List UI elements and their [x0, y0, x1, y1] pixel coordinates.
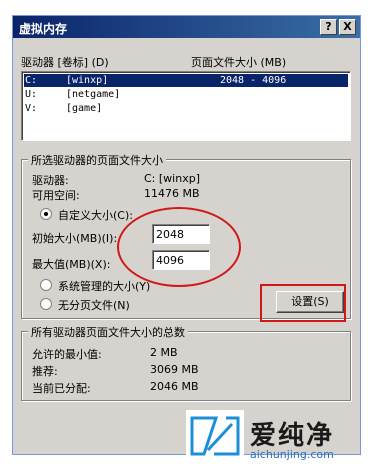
drive-list[interactable]: C: [winxp] 2048 - 4096 U: [netgame] V: [… [21, 71, 351, 141]
watermark-brand: 爱纯净 [250, 421, 335, 451]
drive-letter: C: [25, 75, 38, 86]
min-allowed-value: 2 MB [150, 346, 178, 359]
recommended-label: 推荐: [32, 365, 58, 378]
custom-size-label: 自定义大小(C): [58, 209, 133, 222]
totals-group: 所有驱动器页面文件大小的总数 允许的最小值: 2 MB 推荐: 3069 MB … [21, 324, 351, 401]
drive-row-c[interactable]: C: [winxp] 2048 - 4096 [24, 74, 348, 87]
group-title: 所选驱动器的页面文件大小 [28, 152, 166, 168]
free-space-label: 可用空间: [32, 189, 80, 202]
help-button[interactable]: ? [320, 19, 337, 35]
title-bar[interactable]: 虚拟内存 ? X [13, 16, 360, 38]
custom-size-radio[interactable] [40, 208, 52, 220]
drive-row-v[interactable]: V: [game] [24, 102, 348, 115]
no-paging-label: 无分页文件(N) [58, 299, 130, 312]
highlight-box [260, 284, 346, 322]
recommended-value: 3069 MB [150, 363, 199, 376]
close-button[interactable]: X [339, 19, 356, 35]
watermark-url: aichunjing.com [250, 448, 334, 461]
drive-row-u[interactable]: U: [netgame] [24, 88, 348, 101]
drive-label: [winxp] [66, 75, 109, 86]
dialog-title: 虚拟内存 [19, 22, 68, 36]
drive-label: [game] [66, 103, 103, 114]
system-managed-radio[interactable] [40, 279, 52, 291]
drive-letter: V: [25, 103, 38, 114]
drive-column-header: 驱动器 [卷标] (D) [21, 56, 109, 69]
drive-letter: U: [25, 89, 38, 100]
min-allowed-label: 允许的最小值: [32, 348, 102, 361]
no-paging-radio[interactable] [40, 298, 52, 310]
allocated-label: 当前已分配: [32, 382, 91, 395]
drive-value: C: [winxp] [144, 172, 200, 185]
drive-size: 2048 - 4096 [220, 75, 287, 86]
max-size-label: 最大值(MB)(X): [32, 258, 111, 271]
group-title: 所有驱动器页面文件大小的总数 [28, 324, 188, 340]
free-space-value: 11476 MB [144, 187, 200, 200]
system-managed-label: 系统管理的大小(Y) [58, 280, 151, 293]
drive-label: [netgame] [66, 89, 121, 100]
drive-label: 驱动器: [32, 174, 69, 187]
aichunjing-logo-icon [186, 410, 244, 462]
allocated-value: 2046 MB [150, 380, 199, 393]
highlight-ellipse [117, 207, 241, 287]
initial-size-label: 初始大小(MB)(I): [32, 232, 118, 245]
size-column-header: 页面文件大小 (MB) [191, 56, 287, 69]
